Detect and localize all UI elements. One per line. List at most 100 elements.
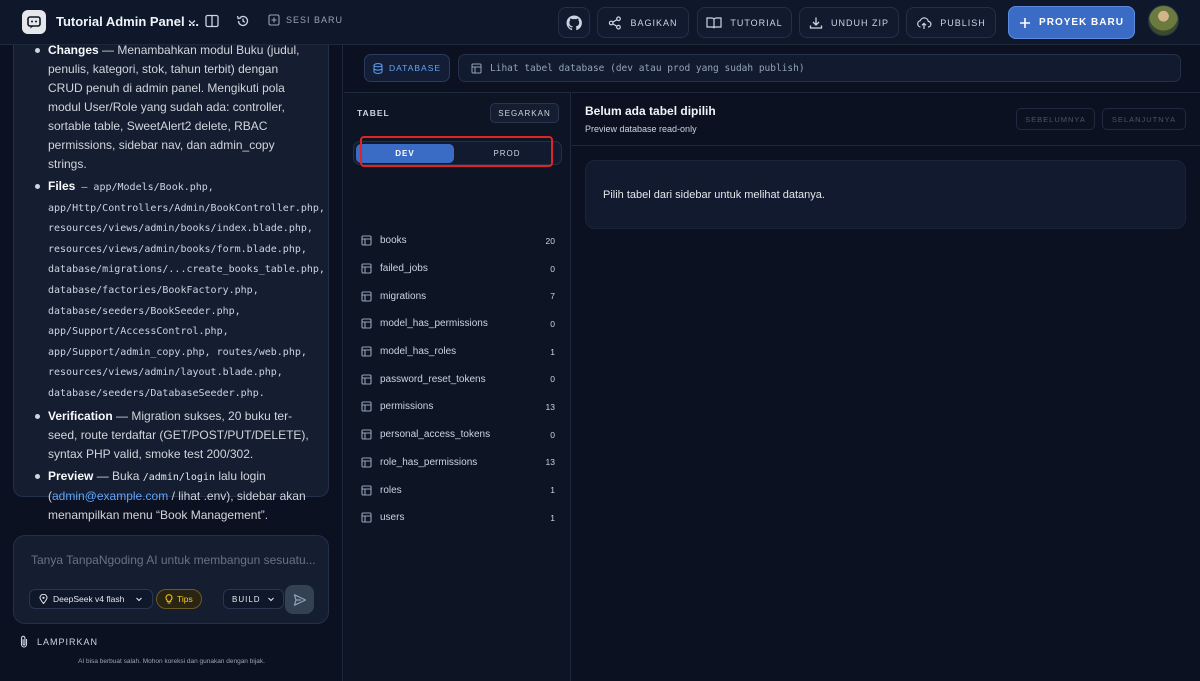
env-dev-button[interactable]: DEV [356, 144, 454, 163]
database-area: DATABASE Lihat tabel database (dev atau … [344, 45, 1200, 681]
send-icon [293, 593, 307, 607]
table-icon [361, 235, 372, 246]
refresh-button[interactable]: SEGARKAN [490, 103, 559, 123]
empty-state-message: Pilih tabel dari sidebar untuk melihat d… [585, 160, 1186, 229]
database-tab[interactable]: DATABASE [364, 54, 450, 82]
detail-header: Belum ada tabel dipilih Preview database… [572, 93, 1200, 146]
tables-sidebar: TABEL SEGARKAN DEV PROD books 20 failed_jo… [344, 92, 571, 681]
assistant-message: Changes — Menambahkan modul Buku (judul,… [13, 43, 329, 522]
cloud-upload-icon [916, 16, 932, 30]
table-list-item[interactable]: password_reset_tokens 0 [344, 365, 571, 393]
chat-input-box[interactable]: Tanya TanpaNgoding AI untuk membangun se… [13, 535, 329, 624]
model-selector[interactable]: DeepSeek v4 flash [29, 589, 154, 609]
table-list-item[interactable]: personal_access_tokens 0 [344, 421, 571, 449]
paperclip-icon [19, 635, 29, 648]
table-icon [361, 374, 372, 385]
location-pin-icon [39, 594, 48, 604]
mode-selector[interactable]: BUILD [223, 589, 284, 609]
send-button[interactable] [285, 585, 314, 614]
disclaimer-text: AI bisa berbuat salah. Mohon koreksi dan… [78, 658, 265, 665]
table-name: permissions [380, 401, 434, 413]
attach-button[interactable]: LAMPIRKAN [19, 635, 98, 648]
tables-title: TABEL [357, 108, 390, 118]
new-project-button[interactable]: PROYEK BARU [1008, 6, 1135, 39]
download-icon [809, 16, 823, 30]
environment-toggle: DEV PROD [353, 141, 562, 165]
next-page-button[interactable]: SELANJUTNYA [1102, 108, 1186, 130]
table-list-item[interactable]: model_has_roles 1 [344, 338, 571, 366]
table-icon [361, 457, 372, 468]
github-icon [566, 14, 582, 31]
share-button[interactable]: BAGIKAN [597, 7, 689, 38]
list-item: Files — app/Models/Book.php, app/Http/Co… [35, 177, 325, 404]
new-session-button[interactable]: SESI BARU [268, 14, 343, 26]
table-name: password_reset_tokens [380, 373, 486, 385]
app-logo-icon[interactable] [22, 10, 46, 34]
share-icon [608, 15, 622, 30]
tutorial-button[interactable]: TUTORIAL [697, 7, 792, 38]
table-icon [361, 401, 372, 413]
table-list: books 20 failed_jobs 0 migrations 7 model_has_… [344, 227, 571, 532]
prev-page-button[interactable]: SEBELUMNYA [1016, 108, 1095, 130]
table-list-item[interactable]: migrations 7 [344, 282, 571, 310]
database-icon [373, 62, 383, 74]
table-row-count: 7 [550, 291, 555, 302]
table-name: model_has_roles [380, 346, 457, 358]
detail-subtitle: Preview database read-only [585, 124, 697, 134]
table-list-item[interactable]: permissions 13 [344, 393, 571, 421]
table-list-item[interactable]: roles 1 [344, 476, 571, 504]
tips-button[interactable]: Tips [156, 589, 202, 609]
table-name: roles [380, 484, 402, 496]
table-detail-panel: Belum ada tabel dipilih Preview database… [572, 92, 1200, 681]
book-open-icon [706, 16, 722, 30]
detail-title: Belum ada tabel dipilih [585, 104, 716, 118]
table-row-count: 1 [550, 512, 555, 523]
table-row-count: 13 [545, 401, 555, 412]
table-row-count: 13 [545, 457, 555, 468]
chat-input[interactable]: Tanya TanpaNgoding AI untuk membangun se… [31, 553, 316, 567]
history-icon[interactable] [236, 14, 250, 28]
download-zip-button[interactable]: UNDUH ZIP [799, 7, 899, 38]
list-item: Changes — Menambahkan modul Buku (judul,… [35, 41, 314, 174]
chat-panel: Changes — Menambahkan modul Buku (judul,… [0, 43, 343, 681]
github-button[interactable] [558, 7, 590, 38]
plus-icon [1019, 17, 1031, 29]
table-name: books [380, 235, 407, 247]
sidebar-toggle-icon[interactable] [205, 14, 219, 28]
table-name: role_has_permissions [380, 456, 478, 468]
list-item: Verification — Migration sukses, 20 buku… [35, 407, 314, 464]
user-avatar[interactable] [1148, 5, 1179, 36]
table-icon [361, 429, 372, 440]
table-name: model_has_permissions [380, 318, 488, 330]
table-row-count: 0 [550, 263, 555, 274]
email-link[interactable]: admin@example.com [52, 489, 168, 503]
database-info-bar: Lihat tabel database (dev atau prod yang… [458, 54, 1181, 82]
table-row-count: 1 [550, 346, 555, 357]
table-list-item[interactable]: users 1 [344, 504, 571, 532]
table-row-count: 0 [550, 374, 555, 385]
chevron-down-icon [267, 595, 275, 603]
table-row-count: 20 [545, 235, 555, 246]
table-name: personal_access_tokens [380, 429, 491, 441]
publish-button[interactable]: PUBLISH [906, 7, 996, 38]
table-row-count: 0 [550, 318, 555, 329]
table-icon [361, 512, 372, 523]
chevron-down-icon[interactable] [187, 17, 197, 27]
table-row-count: 0 [550, 429, 555, 440]
table-list-item[interactable]: role_has_permissions 13 [344, 449, 571, 477]
env-prod-button[interactable]: PROD [458, 144, 556, 163]
table-name: users [380, 512, 405, 524]
table-icon [361, 291, 372, 302]
list-item: Preview — Buka /admin/login lalu login (… [35, 467, 314, 525]
table-icon [361, 318, 372, 329]
table-list-item[interactable]: failed_jobs 0 [344, 255, 571, 283]
table-icon [361, 263, 372, 274]
table-name: failed_jobs [380, 263, 428, 275]
table-row-count: 1 [550, 485, 555, 496]
table-list-item[interactable]: model_has_permissions 0 [344, 310, 571, 338]
table-name: migrations [380, 290, 427, 302]
top-bar: Tutorial Admin Panel ... SESI BARU BAGIK… [0, 0, 1200, 45]
table-list-item[interactable]: books 20 [344, 227, 571, 255]
plus-square-icon [268, 14, 280, 26]
project-title[interactable]: Tutorial Admin Panel ... [56, 14, 199, 29]
